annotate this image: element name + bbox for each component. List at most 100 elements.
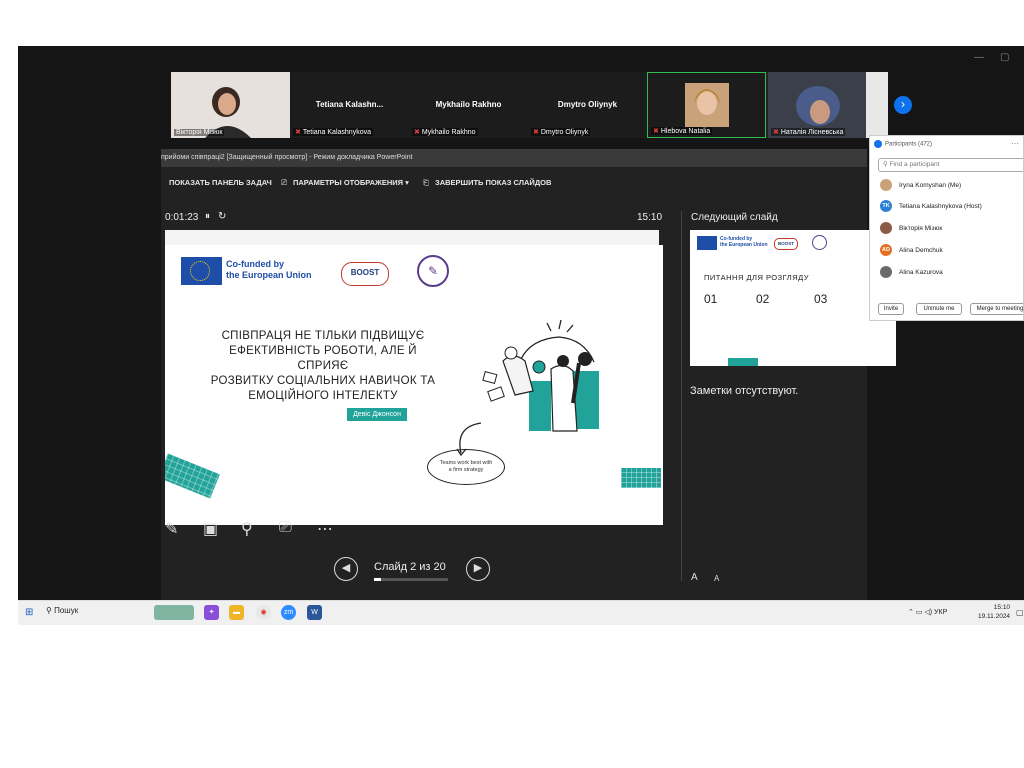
panel-menu-icon[interactable]: ⋯ bbox=[1011, 139, 1019, 148]
avatar bbox=[880, 222, 892, 235]
taskbar-clock[interactable]: 15:10 19.11.2024 bbox=[978, 603, 1010, 621]
window-restore-icon[interactable]: ▢ bbox=[1000, 52, 1009, 63]
more-options-icon[interactable]: ⋯ bbox=[317, 519, 333, 539]
next-slide-number: 03 bbox=[814, 292, 828, 306]
decorative-bar bbox=[728, 358, 758, 366]
avatar bbox=[880, 179, 892, 192]
eu-flag-icon bbox=[697, 236, 717, 250]
boost-logo: BOOST bbox=[341, 262, 389, 286]
windows-taskbar: ⊞ ⚲ Пошук ✦ ▬ ◉ zm W ⌃ ▭ ◁) УКР 15:10 19.… bbox=[18, 600, 1024, 625]
video-tile[interactable]: Вікторія Мізюк bbox=[171, 72, 290, 138]
slide-progress-fill bbox=[374, 578, 382, 581]
avatar: AD bbox=[880, 244, 892, 257]
participants-header: Participants (472) bbox=[874, 140, 932, 148]
video-tile[interactable]: ✖ Наталія Лісневська bbox=[768, 72, 888, 138]
language-indicator[interactable]: УКР bbox=[934, 609, 947, 616]
participant-item[interactable]: AD Alina Demchuk bbox=[880, 243, 943, 259]
end-slideshow-button[interactable]: ⎗ ЗАВЕРШИТЬ ПОКАЗ СЛАЙДОВ bbox=[423, 178, 551, 188]
powerpoint-presenter-view: прийоми співпраці2 [Защищенный просмотр]… bbox=[161, 149, 896, 600]
display-settings-button[interactable]: ⎚ ПАРАМЕТРЫ ОТОБРАЖЕНИЯ ▾ bbox=[281, 178, 409, 188]
decrease-font-button[interactable]: A bbox=[714, 574, 719, 583]
word-icon[interactable]: W bbox=[307, 605, 322, 620]
merge-to-meeting-button[interactable]: Merge to meeting bbox=[970, 303, 1023, 315]
eu-flag-icon bbox=[181, 257, 222, 285]
tile-label: Mykhailo Rakhno bbox=[421, 129, 476, 136]
mic-muted-icon: ✖ bbox=[414, 129, 420, 136]
quote-author: Девіс Джонсон bbox=[347, 408, 407, 421]
copilot-icon[interactable]: ✦ bbox=[204, 605, 219, 620]
participant-item[interactable]: TK Tetiana Kalashnykova (Host) bbox=[880, 199, 982, 215]
slide-progress-track bbox=[374, 578, 448, 581]
tile-label: Hlebova Natalia bbox=[660, 128, 711, 135]
pen-tool-icon[interactable]: ✎ bbox=[165, 519, 178, 539]
video-tile[interactable]: Dmytro Oliynyk ✖ Dmytro Oliynyk bbox=[528, 72, 647, 138]
windows-start-icon[interactable]: ⊞ bbox=[25, 607, 33, 618]
reset-timer-icon[interactable]: ↻ bbox=[218, 211, 234, 222]
current-time: 15:10 bbox=[637, 212, 663, 223]
tray-chevron-icon[interactable]: ⌃ bbox=[908, 609, 916, 616]
tile-name: Mykhailo Rakhno bbox=[435, 100, 502, 109]
next-slide-preview[interactable]: Co-funded by the European Union BOOST ПИТ… bbox=[690, 230, 896, 366]
timer-controls: ⏸↻ bbox=[205, 211, 234, 222]
current-slide[interactable]: Co-funded by the European Union BOOST ✎ С… bbox=[165, 245, 663, 525]
next-slide-label: Следующий слайд bbox=[691, 212, 778, 223]
participant-item[interactable]: Alina Kazurova bbox=[880, 265, 943, 281]
participant-item[interactable]: Вікторія Мізюк bbox=[880, 221, 942, 237]
show-taskbar-button[interactable]: ПОКАЗАТЬ ПАНЕЛЬ ЗАДАЧ bbox=[169, 178, 272, 187]
teamwork-illustration-icon bbox=[482, 319, 599, 432]
tile-label: Dmytro Oliynyk bbox=[540, 129, 589, 136]
video-tile[interactable]: Mykhailo Rakhno ✖ Mykhailo Rakhno bbox=[409, 72, 528, 138]
next-slide-number: 01 bbox=[704, 292, 718, 306]
zoom-app-icon[interactable]: zm bbox=[281, 605, 296, 620]
file-explorer-icon[interactable]: ▬ bbox=[229, 605, 244, 620]
taskbar-search[interactable]: ⚲ Пошук bbox=[46, 606, 78, 615]
video-tile-active-speaker[interactable]: ✖ Hlebova Natalia bbox=[647, 72, 766, 138]
next-slide-heading: ПИТАННЯ ДЛЯ РОЗГЛЯДУ bbox=[704, 273, 810, 282]
search-icon: ⚲ bbox=[883, 161, 890, 168]
boost-logo: BOOST bbox=[774, 238, 798, 250]
avatar: TK bbox=[880, 200, 892, 213]
decorative-tile bbox=[165, 453, 220, 499]
participant-item[interactable]: Iryna Komyshan (Me) bbox=[880, 178, 961, 194]
slide-quote: СПІВПРАЦЯ НЕ ТІЛЬКИ ПІДВИЩУЄ ЕФЕКТИВНІСТ… bbox=[210, 330, 436, 402]
window-title: прийоми співпраці2 [Защищенный просмотр]… bbox=[161, 149, 867, 167]
tile-label: Наталія Лісневська bbox=[780, 129, 844, 136]
tile-label: Вікторія Мізюк bbox=[174, 129, 225, 136]
elapsed-timer: 0:01:23 bbox=[165, 212, 199, 223]
invite-button[interactable]: Invite bbox=[878, 303, 904, 315]
slide-backdrop bbox=[165, 230, 659, 246]
next-slide-button[interactable]: ▶ bbox=[466, 557, 490, 581]
pane-divider[interactable] bbox=[681, 211, 682, 581]
mic-muted-icon: ✖ bbox=[653, 128, 659, 135]
zoom-icon bbox=[874, 140, 882, 148]
unmute-me-button[interactable]: Unmute me bbox=[916, 303, 962, 315]
participant-search-input[interactable]: ⚲ Find a participant bbox=[878, 158, 1023, 172]
next-slide-number: 02 bbox=[756, 292, 770, 306]
end-show-icon: ⎗ bbox=[423, 178, 429, 187]
tile-name: Dmytro Oliynyk bbox=[557, 100, 618, 109]
search-icon: ⚲ bbox=[46, 606, 55, 615]
window-minimize-icon[interactable]: — bbox=[974, 52, 984, 63]
black-screen-icon[interactable]: ⎚ bbox=[279, 519, 292, 537]
gallery-next-page-button[interactable]: › bbox=[894, 96, 912, 114]
increase-font-button[interactable]: A bbox=[691, 572, 698, 583]
previous-slide-button[interactable]: ◀ bbox=[334, 557, 358, 581]
chrome-icon[interactable]: ◉ bbox=[256, 605, 271, 620]
strategy-bubble: Teams work best with a firm strategy bbox=[427, 449, 505, 485]
university-seal-icon bbox=[812, 235, 827, 250]
mic-muted-icon: ✖ bbox=[533, 129, 539, 136]
eu-funding-text: Co-funded by the European Union bbox=[720, 236, 768, 248]
participants-panel: Participants (472) ⋯ ⚲ Find a participan… bbox=[869, 135, 1024, 321]
widgets-icon[interactable] bbox=[154, 605, 194, 620]
eu-funding-text: Co-funded by the European Union bbox=[226, 259, 312, 280]
volume-icon[interactable]: ◁) bbox=[924, 609, 934, 616]
tile-label: Tetiana Kalashnykova bbox=[302, 129, 371, 136]
video-tile[interactable]: Tetiana Kalashn... ✖ Tetiana Kalashnykova bbox=[290, 72, 409, 138]
notifications-icon[interactable]: ▢ bbox=[1016, 608, 1024, 617]
see-all-slides-icon[interactable]: ▣ bbox=[203, 519, 218, 539]
display-settings-icon: ⎚ bbox=[281, 178, 287, 187]
pause-icon[interactable]: ⏸ bbox=[205, 211, 218, 222]
zoom-icon[interactable]: ⚲ bbox=[241, 519, 253, 539]
mic-muted-icon: ✖ bbox=[773, 129, 779, 136]
video-gallery-strip: Вікторія Мізюк Tetiana Kalashn... ✖ Tetia… bbox=[171, 72, 888, 138]
